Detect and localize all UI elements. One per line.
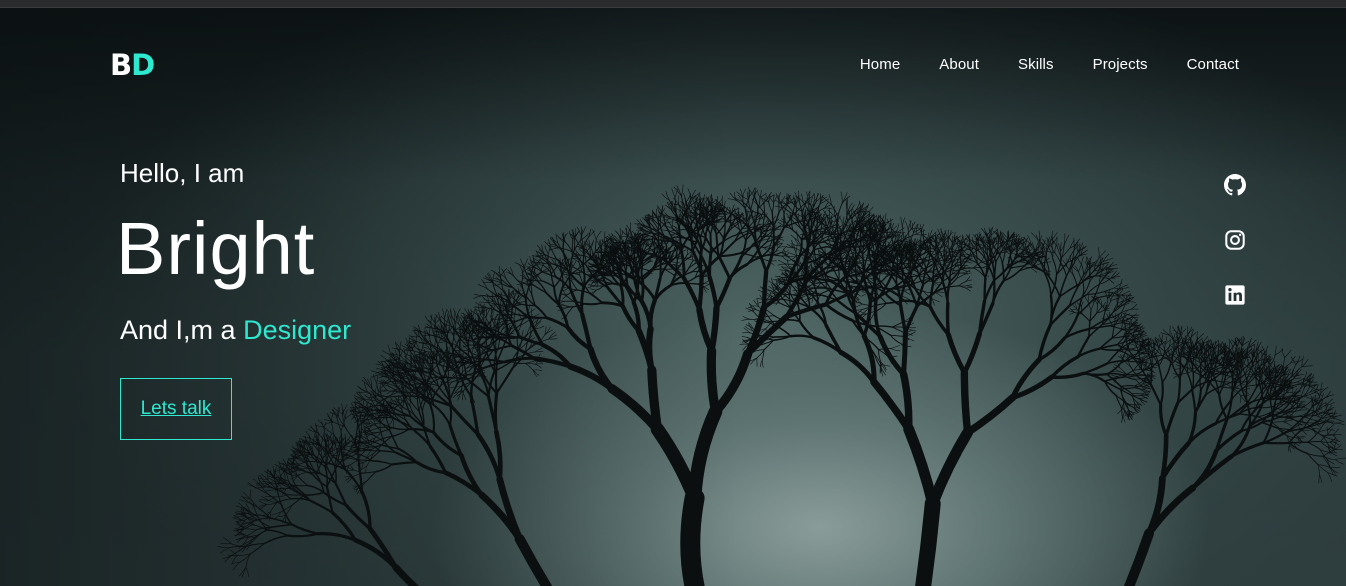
logo[interactable]: BD bbox=[110, 48, 155, 82]
hero-role-prefix: And I,m a bbox=[120, 315, 236, 345]
nav-link-about[interactable]: About bbox=[939, 56, 979, 73]
hero-role-highlight: Designer bbox=[243, 315, 352, 345]
linkedin-icon[interactable] bbox=[1224, 284, 1246, 306]
logo-letter-b: B bbox=[110, 48, 132, 82]
instagram-icon[interactable] bbox=[1224, 229, 1246, 251]
tree-silhouette-background bbox=[217, 184, 1346, 586]
lets-talk-button[interactable]: Lets talk bbox=[120, 378, 232, 440]
browser-top-bar bbox=[0, 0, 1346, 8]
hero-section: BD Home About Skills Projects Contact He… bbox=[0, 8, 1346, 586]
github-icon[interactable] bbox=[1224, 174, 1246, 196]
main-nav: Home About Skills Projects Contact bbox=[860, 56, 1239, 73]
hero-name: Bright bbox=[116, 207, 316, 290]
nav-link-contact[interactable]: Contact bbox=[1187, 56, 1239, 73]
hero-role: And I,m a Designer bbox=[120, 315, 351, 346]
nav-link-home[interactable]: Home bbox=[860, 56, 900, 73]
logo-letter-d: D bbox=[131, 48, 155, 82]
nav-link-projects[interactable]: Projects bbox=[1093, 56, 1148, 73]
hero-greeting: Hello, I am bbox=[120, 158, 245, 188]
nav-link-skills[interactable]: Skills bbox=[1018, 56, 1054, 73]
social-links bbox=[1224, 174, 1246, 339]
